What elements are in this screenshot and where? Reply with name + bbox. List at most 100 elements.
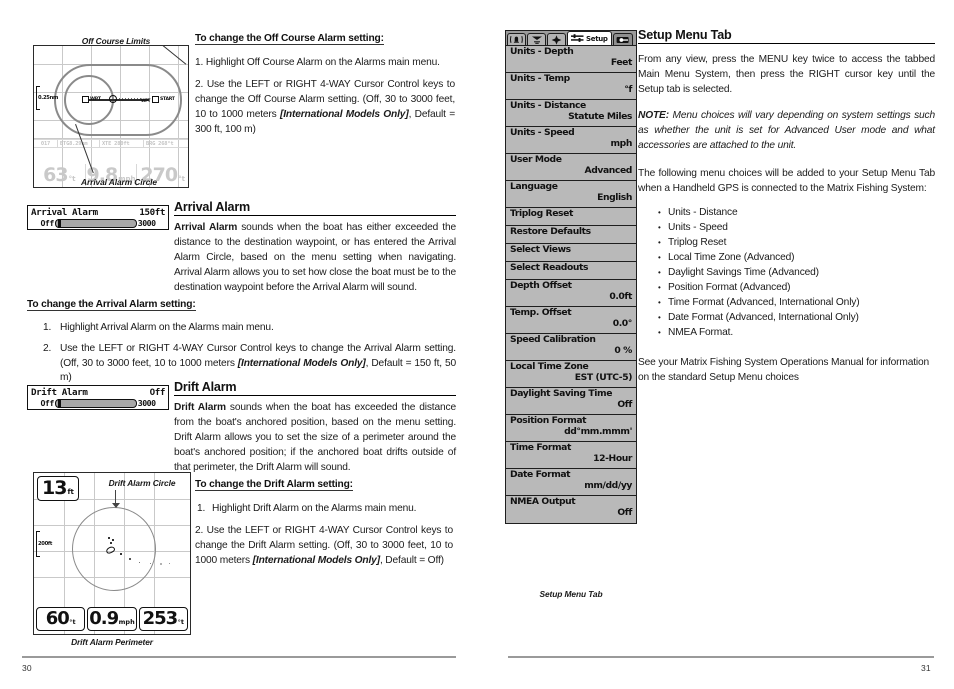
tab-setup-label: Setup [586, 34, 608, 43]
arrival-heading-rule [174, 215, 456, 216]
arrival-alarm-heading: Arrival Alarm [174, 200, 251, 214]
drift-circle-arrow-icon [112, 490, 120, 510]
menu-item-triplog-reset[interactable]: Triplog Reset [506, 208, 636, 226]
arrival-alarm-slider-track[interactable] [54, 218, 137, 228]
menu-item-temp-offset[interactable]: Temp. Offset 0.0° [506, 307, 636, 334]
drift-heading-rule [174, 395, 456, 396]
menu-item-language[interactable]: Language English [506, 181, 636, 208]
setup-menu-caption: Setup Menu Tab [539, 589, 603, 599]
menu-item-local-time-zone[interactable]: Local Time Zone EST (UTC-5) [506, 361, 636, 388]
menu-item-nmea-output[interactable]: NMEA Output Off [506, 496, 636, 523]
waypoint-marker [82, 96, 89, 103]
menu-item-user-mode[interactable]: User Mode Advanced [506, 154, 636, 181]
tab-alarms[interactable] [507, 33, 526, 45]
left-page: WPT WPT START 0.25nm 017 BTG8.29nm XTE 2… [0, 0, 490, 689]
drift-scale-indicator: 200ft [36, 531, 66, 557]
list-item: Units - Distance [638, 206, 935, 221]
menu-item-select-views[interactable]: Select Views [506, 244, 636, 262]
projected-path [119, 98, 143, 101]
drift-readout-heading: 60 °t [36, 607, 86, 631]
scale-label: 0.25nm [38, 95, 59, 101]
setup-added-choices-list: Units - Distance Units - Speed Triplog R… [638, 206, 935, 341]
list-item: Time Format (Advanced, International Onl… [638, 296, 935, 311]
scale-indicator: 0.25nm [36, 86, 66, 110]
menu-item-units-speed[interactable]: Units - Speed mph [506, 127, 636, 154]
menu-item-units-depth[interactable]: Units - Depth Feet [506, 46, 636, 73]
arrival-alarm-min-label: Off [40, 218, 54, 228]
start-waypoint-marker [152, 96, 159, 103]
setup-menu-tab-heading: Setup Menu Tab [638, 28, 732, 42]
alarm-bell-icon [510, 36, 523, 43]
track-dot [160, 563, 162, 565]
document-spread: WPT WPT START 0.25nm 017 BTG8.29nm XTE 2… [0, 0, 954, 689]
drift-alarm-slider-track[interactable] [54, 398, 137, 408]
arrival-steps-heading: To change the Arrival Alarm setting: [27, 299, 196, 311]
off-course-step-2: 2. Use the LEFT or RIGHT 4-WAY Cursor Co… [195, 79, 455, 136]
track-dot [120, 553, 122, 555]
drift-alarm-menu-widget[interactable]: Drift Alarm Off Off 3000 [27, 385, 169, 410]
setup-closing-text: See your Matrix Fishing System Operation… [638, 356, 930, 383]
list-item: Triplog Reset [638, 236, 935, 251]
drift-steps-heading: To change the Drift Alarm setting: [195, 479, 353, 491]
drift-alarm-body: Drift Alarm sounds when the boat has exc… [174, 402, 456, 474]
tab-navigation[interactable] [547, 33, 566, 45]
arrival-alarm-slider-knob[interactable] [57, 218, 61, 228]
setup-note: NOTE: Menu choices will vary depending o… [638, 110, 935, 152]
sonar-icon [531, 36, 542, 44]
setup-heading-rule [638, 43, 935, 44]
readout-btg: BTG8.29nm [58, 140, 100, 147]
tab-setup[interactable]: Setup [567, 31, 612, 45]
drift-alarm-perimeter-caption: Drift Alarm Perimeter [71, 637, 153, 647]
track-dot [129, 558, 131, 560]
track-dot [110, 542, 112, 544]
tab-sonar[interactable] [527, 33, 546, 45]
menu-item-date-format[interactable]: Date Format mm/dd/yy [506, 469, 636, 496]
list-item: Units - Speed [638, 221, 935, 236]
drift-readout-speed: 0.9 mph [87, 607, 137, 631]
drift-alarm-slider-knob[interactable] [57, 398, 61, 408]
drift-alarm-min-label: Off [40, 398, 54, 408]
drift-scale-label: 200ft [38, 541, 53, 547]
arrival-alarm-max-label: 3000 [137, 218, 156, 228]
accessory-icon [616, 36, 629, 43]
list-item: NMEA Format. [638, 326, 935, 341]
drift-readout-course: 253 °t [138, 607, 188, 631]
drift-alarm-widget-value: Off [149, 387, 166, 398]
menu-item-time-format[interactable]: Time Format 12-Hour [506, 442, 636, 469]
boat-icon [109, 95, 117, 103]
drift-alarm-widget-title: Drift Alarm [31, 387, 88, 398]
menu-item-units-distance[interactable]: Units - Distance Statute Miles [506, 100, 636, 127]
drift-bottom-readouts: 60 °t 0.9 mph 253 °t [36, 607, 188, 631]
drift-alarm-heading: Drift Alarm [174, 380, 237, 394]
tab-accessory[interactable] [612, 33, 633, 45]
arrival-alarm-menu-widget[interactable]: Arrival Alarm 150ft Off 3000 [27, 205, 169, 230]
menu-item-speed-calibration[interactable]: Speed Calibration 0 % [506, 334, 636, 361]
list-item: Date Format (Advanced, International Onl… [638, 311, 935, 326]
arrival-alarm-body: Arrival Alarm sounds when the boat has e… [174, 222, 456, 294]
readout-brg: BRG 268°t [146, 140, 174, 147]
track-dot [112, 539, 114, 541]
left-footer-rule [22, 656, 456, 658]
setup-sliders-icon [571, 34, 584, 42]
readout-017: 017 [34, 140, 58, 147]
setup-menu-screenshot: Setup Units - Depth Feet Units - Temp °f… [505, 30, 637, 524]
off-course-step-1: 1. Highlight Off Course Alarm on the Ala… [195, 57, 440, 68]
menu-item-position-format[interactable]: Position Format dd°mm.mmm' [506, 415, 636, 442]
menu-item-units-temp[interactable]: Units - Temp °f [506, 73, 636, 100]
setup-following-text: The following menu choices will be added… [638, 167, 935, 194]
arrival-step-1: 1. Highlight Arrival Alarm on the Alarms… [43, 322, 274, 333]
setup-menu-items: Units - Depth Feet Units - Temp °f Units… [506, 46, 636, 523]
off-course-limits-label: Off Course Limits [81, 36, 151, 46]
menu-item-daylight-saving-time[interactable]: Daylight Saving Time Off [506, 388, 636, 415]
off-course-chart-screenshot: WPT WPT START 0.25nm 017 BTG8.29nm XTE 2… [33, 45, 189, 188]
right-footer-rule [508, 656, 934, 658]
menu-item-restore-defaults[interactable]: Restore Defaults [506, 226, 636, 244]
setup-intro-text: From any view, press the MENU key twice … [638, 54, 935, 96]
navigation-icon [551, 34, 562, 45]
menu-item-depth-offset[interactable]: Depth Offset 0.0ft [506, 280, 636, 307]
start-waypoint-label: START [160, 97, 175, 102]
list-item: Daylight Savings Time (Advanced) [638, 266, 935, 281]
menu-item-select-readouts[interactable]: Select Readouts [506, 262, 636, 280]
track-dot [169, 563, 171, 565]
right-page-number: 31 [921, 663, 931, 673]
